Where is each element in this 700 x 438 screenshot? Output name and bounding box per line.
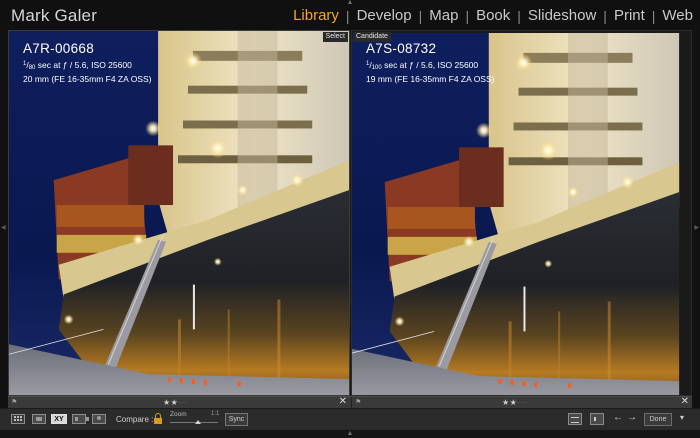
star-icon[interactable]: · xyxy=(185,398,188,407)
compare-label: Compare : xyxy=(116,415,154,424)
module-map[interactable]: Map xyxy=(428,7,459,24)
module-web[interactable]: Web xyxy=(661,7,694,24)
zoom-label: Zoom xyxy=(170,411,187,418)
identity-plate: Mark Galer xyxy=(11,6,98,25)
library-toolbar: XY Compare : Zoom 1:1 Sync ← → Done ▾ xyxy=(0,408,700,430)
left-panel-collapse-icon[interactable]: ◀ xyxy=(1,224,6,231)
zoom-ratio: 1:1 xyxy=(211,411,220,417)
zoom-thumb[interactable] xyxy=(194,420,201,424)
select-photo-panel[interactable]: Select A7R-00668 1/80 sec at ƒ / 5.6, IS… xyxy=(8,30,350,396)
module-library[interactable]: Library xyxy=(292,7,340,24)
flag-icon[interactable]: ⚑ xyxy=(11,398,17,406)
top-panel-collapse-icon[interactable]: ▲ xyxy=(345,0,355,6)
close-icon[interactable]: ✕ xyxy=(681,396,689,407)
module-book[interactable]: Book xyxy=(475,7,511,24)
candidate-lens: 19 mm (FE 16-35mm F4 ZA OSS) xyxy=(366,74,495,84)
select-photo xyxy=(9,31,349,395)
right-panel-collapse-icon[interactable]: ▶ xyxy=(694,224,699,231)
candidate-star-rating[interactable]: ★★··· xyxy=(502,397,527,408)
lock-icon[interactable] xyxy=(154,413,162,425)
swap-icon[interactable] xyxy=(568,413,582,425)
arrow-left-icon[interactable]: ← xyxy=(613,412,623,423)
star-icon[interactable]: ★ xyxy=(163,398,171,407)
bottom-panel-collapse-icon[interactable]: ▲ xyxy=(345,430,355,437)
module-picker: Library | Develop | Map | Book | Slidesh… xyxy=(292,7,694,24)
compare-view: Select A7R-00668 1/80 sec at ƒ / 5.6, IS… xyxy=(8,30,692,396)
compare-info-strip: ⚑ ★★··· ✕ ⚑ ★★··· ✕ xyxy=(8,396,692,408)
candidate-info-strip: ⚑ ★★··· ✕ xyxy=(351,396,692,408)
done-button[interactable]: Done xyxy=(644,413,672,426)
select-lens: 20 mm (FE 16-35mm F4 ZA OSS) xyxy=(23,74,152,84)
select-tag: Select xyxy=(322,32,348,42)
chevron-down-icon[interactable]: ▾ xyxy=(680,413,684,424)
candidate-photo xyxy=(352,32,680,395)
grid-view-icon[interactable] xyxy=(11,414,25,424)
flag-icon[interactable]: ⚑ xyxy=(355,398,361,406)
module-print[interactable]: Print xyxy=(613,7,646,24)
module-slideshow[interactable]: Slideshow xyxy=(527,7,597,24)
compare-view-icon[interactable]: XY xyxy=(51,414,67,424)
module-develop[interactable]: Develop xyxy=(356,7,413,24)
sync-button[interactable]: Sync xyxy=(225,413,248,426)
close-icon[interactable]: ✕ xyxy=(339,396,347,407)
select-filename: A7R-00668 xyxy=(23,41,94,56)
people-view-icon[interactable] xyxy=(92,414,106,424)
zoom-slider[interactable]: Zoom 1:1 xyxy=(168,411,220,427)
make-select-icon[interactable] xyxy=(590,413,604,425)
arrow-right-icon[interactable]: → xyxy=(627,412,637,423)
select-star-rating[interactable]: ★★··· xyxy=(163,397,188,408)
candidate-filename: A7S-08732 xyxy=(366,41,437,56)
select-exposure: 1/80 sec at ƒ / 5.6, ISO 25600 xyxy=(23,60,132,71)
candidate-info-overlay: A7S-08732 1/100 sec at ƒ / 5.6, ISO 2560… xyxy=(366,41,494,85)
star-icon[interactable]: ★ xyxy=(502,398,510,407)
survey-view-icon[interactable] xyxy=(72,414,89,424)
select-info-overlay: A7R-00668 1/80 sec at ƒ / 5.6, ISO 25600… xyxy=(23,41,151,85)
candidate-photo-panel[interactable]: Candidate A7S-08732 1/100 sec at ƒ / 5.6… xyxy=(351,30,692,396)
filmstrip-edge: ▲ xyxy=(0,430,700,438)
star-icon[interactable]: · xyxy=(524,398,527,407)
select-info-strip: ⚑ ★★··· ✕ xyxy=(8,396,350,408)
loupe-view-icon[interactable] xyxy=(32,414,46,424)
identity-module-bar: ▲ Mark Galer Library | Develop | Map | B… xyxy=(0,0,700,30)
candidate-exposure: 1/100 sec at ƒ / 5.6, ISO 25600 xyxy=(366,60,479,71)
